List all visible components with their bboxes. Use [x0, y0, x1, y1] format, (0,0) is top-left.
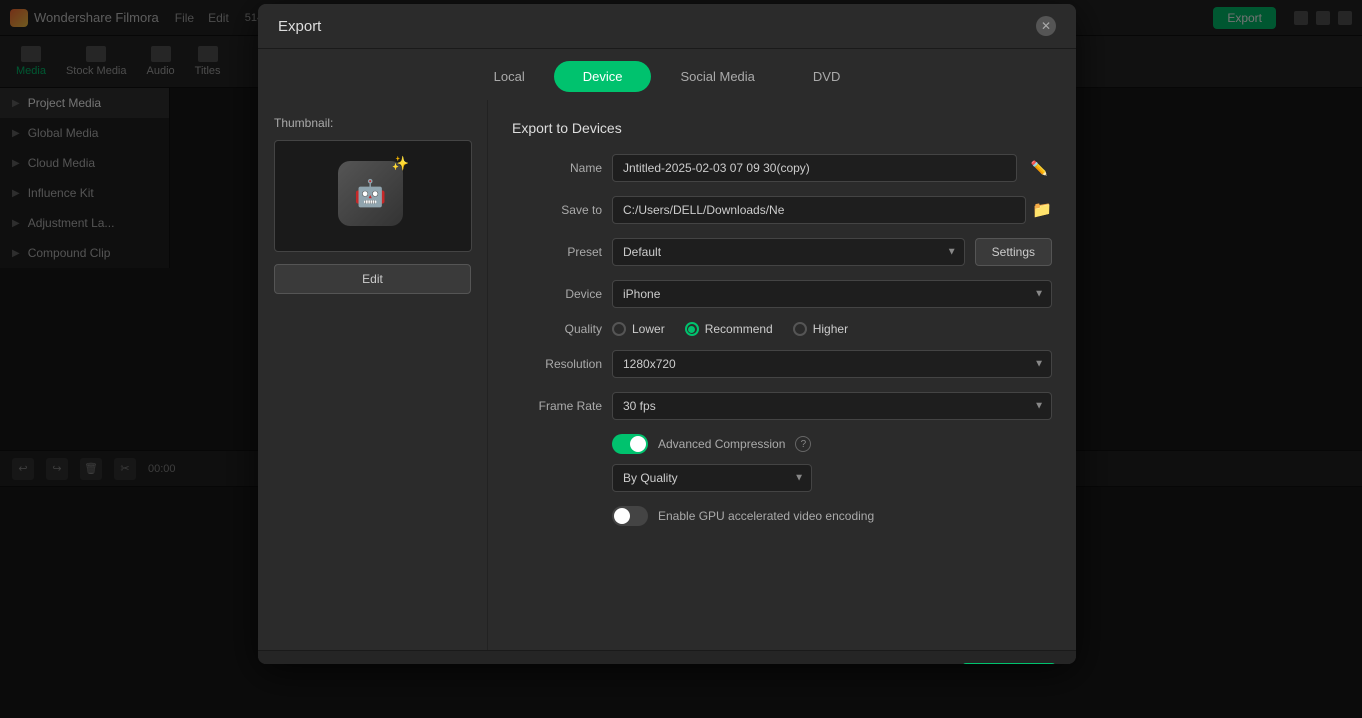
device-label: Device [512, 287, 602, 301]
name-input[interactable] [612, 154, 1017, 182]
ai-edit-button[interactable]: ✏️ [1027, 156, 1052, 181]
frame-rate-select[interactable]: 30 fps [612, 392, 1052, 420]
radio-dot [688, 326, 695, 333]
radio-higher-circle [793, 322, 807, 336]
export-to-label: Export to Devices [512, 120, 1052, 136]
frame-rate-label: Frame Rate [512, 399, 602, 413]
export-action-button[interactable]: Export [962, 663, 1056, 664]
frame-rate-row: Frame Rate 30 fps ▼ [512, 392, 1052, 420]
resolution-label: Resolution [512, 357, 602, 371]
gpu-encoding-row: Enable GPU accelerated video encoding [512, 506, 1052, 526]
device-row: Device iPhone ▼ [512, 280, 1052, 308]
preset-select-wrap: Default ▼ [612, 238, 965, 266]
tab-social-media[interactable]: Social Media [651, 61, 783, 92]
dialog-title: Export [278, 18, 321, 35]
radio-recommend-circle [685, 322, 699, 336]
tab-device[interactable]: Device [554, 61, 652, 92]
device-select-wrap: iPhone ▼ [612, 280, 1052, 308]
name-label: Name [512, 161, 602, 175]
ai-text-icon: 🤖 [354, 178, 386, 209]
save-to-label: Save to [512, 203, 602, 217]
quality-higher-label: Higher [813, 322, 848, 336]
quality-radio-group: Lower Recommend Higher [612, 322, 848, 336]
dialog-tabs: Local Device Social Media DVD [258, 49, 1076, 100]
frame-rate-select-wrap: 30 fps ▼ [612, 392, 1052, 420]
preset-row: Preset Default ▼ Settings [512, 238, 1052, 266]
quality-lower-label: Lower [632, 322, 665, 336]
by-quality-select-wrap: By Quality ▼ [612, 464, 812, 492]
thumbnail-panel: Thumbnail: 🤖 ✨ Edit [258, 100, 488, 650]
device-select[interactable]: iPhone [612, 280, 1052, 308]
gpu-encoding-label: Enable GPU accelerated video encoding [658, 509, 874, 523]
ai-thumbnail-icon: 🤖 ✨ [338, 161, 408, 231]
compression-select-row: By Quality ▼ [512, 464, 1052, 492]
toggle-thumb-gpu [614, 508, 630, 524]
quality-lower[interactable]: Lower [612, 322, 665, 336]
edit-thumbnail-button[interactable]: Edit [274, 264, 471, 294]
preset-select[interactable]: Default [612, 238, 965, 266]
advanced-compression-toggle[interactable] [612, 434, 648, 454]
quality-label: Quality [512, 322, 602, 336]
quality-row: Quality Lower Recommend Higher [512, 322, 1052, 336]
save-path-input[interactable] [612, 196, 1026, 224]
save-to-row: Save to 📁 [512, 196, 1052, 224]
close-dialog-button[interactable]: ✕ [1036, 16, 1056, 36]
advanced-compression-row: Advanced Compression ? [512, 434, 1052, 454]
quality-higher[interactable]: Higher [793, 322, 848, 336]
folder-browse-button[interactable]: 📁 [1032, 200, 1052, 220]
resolution-select-wrap: 1280x720 ▼ [612, 350, 1052, 378]
gpu-encoding-toggle[interactable] [612, 506, 648, 526]
dialog-body: Thumbnail: 🤖 ✨ Edit Export to Devices Na… [258, 100, 1076, 650]
quality-recommend[interactable]: Recommend [685, 322, 773, 336]
info-icon[interactable]: ? [795, 436, 811, 452]
quality-recommend-label: Recommend [705, 322, 773, 336]
advanced-compression-label: Advanced Compression [658, 437, 785, 451]
path-row: 📁 [612, 196, 1052, 224]
tab-dvd[interactable]: DVD [784, 61, 869, 92]
dialog-header: Export ✕ [258, 4, 1076, 49]
settings-button[interactable]: Settings [975, 238, 1052, 266]
thumbnail-box: 🤖 ✨ [274, 140, 472, 252]
dialog-footer: Use last export settings for device Dura… [258, 650, 1076, 664]
preset-label: Preset [512, 245, 602, 259]
tab-local[interactable]: Local [465, 61, 554, 92]
resolution-row: Resolution 1280x720 ▼ [512, 350, 1052, 378]
export-dialog: Export ✕ Local Device Social Media DVD T… [258, 4, 1076, 664]
settings-panel: Export to Devices Name ✏️ Save to 📁 Pres… [488, 100, 1076, 650]
ai-bg: 🤖 ✨ [338, 161, 403, 226]
toggle-thumb [630, 436, 646, 452]
by-quality-select[interactable]: By Quality [612, 464, 812, 492]
resolution-select[interactable]: 1280x720 [612, 350, 1052, 378]
name-row: Name ✏️ [512, 154, 1052, 182]
thumbnail-label: Thumbnail: [274, 116, 471, 130]
radio-lower-circle [612, 322, 626, 336]
sparkle-icon: ✨ [392, 155, 409, 172]
